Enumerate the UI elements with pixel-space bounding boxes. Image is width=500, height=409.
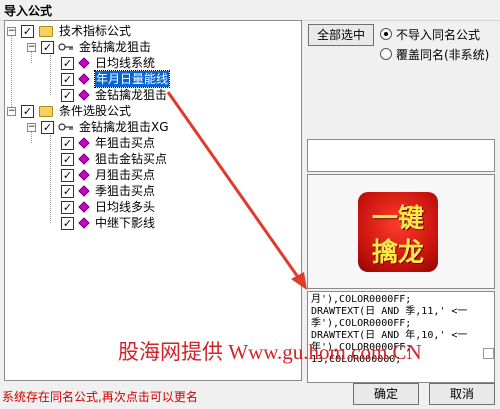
ok-button[interactable]: 确定: [353, 383, 419, 405]
watermark-text: 股海网提供 Www.gu.hom.com.CN: [118, 340, 422, 364]
cancel-button[interactable]: 取消: [429, 383, 495, 405]
status-message: 系统存在同名公式,再次点击可以更名: [2, 390, 198, 404]
